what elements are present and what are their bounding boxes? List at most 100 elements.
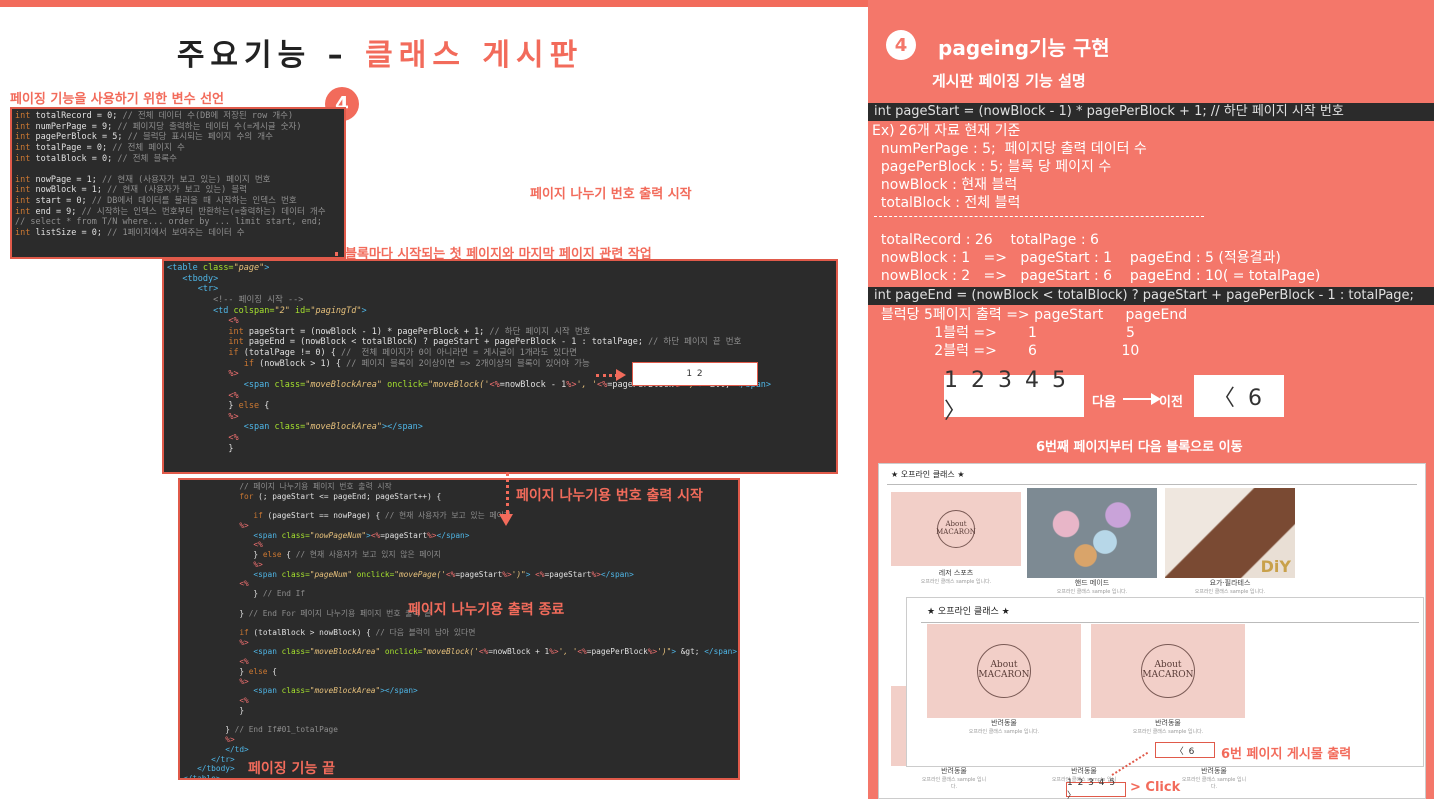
top-accent-bar — [0, 0, 868, 7]
code-line: %> — [239, 676, 249, 686]
shot-title: ★ 오프라인 클래스 ★ — [891, 470, 965, 479]
next-arrow-line — [1123, 398, 1153, 400]
code-line: int nowBlock = 1; // 현재 (사용자가 보고 있는) 블럭 — [15, 185, 248, 196]
variables-code-block: int totalRecord = 0; // 전체 데이터 수(DB에 저장된… — [10, 107, 346, 259]
class-thumb-1[interactable]: About MACARON — [891, 492, 1021, 566]
class-caption-3: 요가·필라테스 오프라인 클래스 sample 입니다. — [1194, 579, 1266, 595]
code-line: <span class="nowPageNum"><%=pageStart%><… — [253, 530, 470, 540]
dotted-down-connector — [506, 472, 509, 514]
annot-paging-start: 페이지 나누기 번호 출력 시작 — [530, 187, 692, 202]
code-line: <% — [239, 657, 249, 667]
code-line: int pagePerBlock = 5; // 블럭당 표시되는 페이지 수의… — [15, 132, 273, 143]
bottom-caption-3: 반려동물 오프라인 클래스 sample 입니다. — [1181, 767, 1247, 790]
code-line: <% — [228, 316, 239, 327]
right-step-badge: 4 — [886, 30, 916, 60]
class-photo-3[interactable]: DiY — [1165, 488, 1295, 578]
code-line: <span class="moveBlockArea"></span> — [253, 686, 418, 696]
macaron-logo: About MACARON — [936, 510, 976, 548]
page-title: 주요기능 – 클래스 게시판 — [0, 30, 760, 74]
prev-label: 이전 — [1159, 395, 1183, 410]
calc-block: totalRecord : 26 totalPage : 6 nowBlock … — [880, 232, 1321, 284]
code-line: int numPerPage = 9; // 페이지당 출력하는 데이터 수(=… — [15, 121, 302, 132]
right-panel: 4 pageing기능 구현 게시판 페이징 기능 설명 int pageSta… — [868, 0, 1434, 799]
popup-thumb-2[interactable]: About MACARON — [1091, 624, 1245, 718]
arrow-down-icon — [499, 514, 513, 526]
class-photo-2[interactable] — [1027, 488, 1157, 578]
code-line: if (pageStart == nowPage) { // 현재 사용자가 보… — [253, 511, 511, 521]
code-line: // select * from T/N where... order by .… — [15, 217, 323, 228]
code-line: int pageEnd = (nowBlock < totalBlock) ? … — [228, 337, 742, 348]
example-block: Ex) 26개 자료 현재 기준 numPerPage : 5; 페이지당 출력… — [872, 123, 1147, 211]
page6-popup-screenshot: ★ 오프라인 클래스 ★ About MACARON 반려동물 오프라인 클래스 s… — [906, 597, 1424, 767]
code-line: <% — [228, 390, 239, 401]
code-line: } — [183, 705, 245, 715]
code-line: <span class="moveBlockArea" onclick="mov… — [253, 647, 738, 657]
title-main: 주요기능 – — [176, 38, 366, 73]
code-line: %> — [225, 735, 235, 745]
popup-caption-2: 반려동물 오프라인 클래스 sample 입니다. — [1132, 719, 1204, 735]
pager-block-2[interactable]: 〈 6 — [1194, 375, 1284, 417]
code-line: %> — [228, 411, 239, 422]
code-line: %> — [253, 559, 263, 569]
code-line: int start = 0; // DB에서 데이터를 불러올 때 시작하는 인… — [15, 196, 297, 206]
code-line: <table class="page"> — [167, 263, 270, 273]
code-line: <!-- 페이징 시작 --> — [213, 294, 304, 305]
next-label: 다음 — [1092, 395, 1116, 410]
code-line: %> — [239, 520, 249, 530]
code-line: } — [167, 443, 234, 454]
code-line: <% — [228, 433, 239, 443]
annot-number-output: 페이지 나누기용 번호 출력 시작 — [516, 488, 703, 504]
popup-divider — [921, 622, 1419, 623]
title-accent: 클래스 게시판 — [365, 38, 584, 73]
annot-output-end: 페이지 나누기용 출력 종료 — [408, 602, 565, 618]
code-line: int end = 9; // 시작하는 인덱스 번호부터 반환하는(=출력하는… — [15, 206, 326, 217]
code-line: <span class="pageNum" onclick="movePage(… — [253, 569, 634, 579]
code-line: <tbody> — [182, 273, 219, 284]
code-line: </td> — [225, 744, 249, 754]
code-line: int nowPage = 1; // 현재 (사용자가 보고 있는) 페이지 … — [15, 174, 271, 185]
annot-paging-end: 페이징 기능 끝 — [248, 761, 336, 777]
code-line: int pageStart = (nowBlock - 1) * pagePer… — [228, 326, 591, 337]
code-line: } else { — [183, 666, 277, 676]
right-title: pageing기능 구현 — [938, 36, 1110, 60]
code-line: <td colspan="2" id="pagingTd"> — [213, 305, 367, 316]
code-line: } // End If — [183, 589, 306, 599]
per-block-text: 블럭당 5페이지 출력 => pageStart pageEnd 1블럭 => … — [880, 307, 1188, 359]
sixth-page-label: 6번 페이지 게시물 출력 — [1221, 747, 1352, 762]
popup-thumb-1[interactable]: About MACARON — [927, 624, 1081, 718]
preview-pager-small: 1 2 — [632, 362, 758, 386]
code-line: if (totalBlock > nowBlock) { // 다음 블럭이 남… — [239, 628, 476, 638]
dashed-separator — [874, 216, 1204, 217]
code-line: } else { // 현재 사용자가 보고 있지 않은 페이지 — [183, 550, 441, 560]
code-line: } else { — [167, 401, 270, 412]
pagestart-code-bar: int pageStart = (nowBlock - 1) * pagePer… — [868, 103, 1434, 121]
page-number-code: // 페이지 나누기용 페이지 번호 출력 시작 for (; pageStar… — [178, 478, 740, 780]
code-line: int listSize = 0; // 1페이지에서 보여주는 데이터 수 — [15, 227, 245, 238]
shot-divider — [887, 484, 1417, 485]
class-caption-2: 핸드 메이드 오프라인 클래스 sample 입니다. — [1056, 579, 1128, 595]
popup-caption-1: 반려동물 오프라인 클래스 sample 입니다. — [968, 719, 1040, 735]
bottom-caption-1: 반려동물 오프라인 클래스 sample 입니다. — [921, 767, 987, 790]
popup-pager[interactable]: 〈 6 — [1155, 742, 1215, 758]
code-line: if (totalPage != 0) { // 전체 페이지가 0이 아니라면… — [228, 348, 577, 358]
bottom-pager[interactable]: 1 2 3 4 5 〉 — [1066, 778, 1126, 799]
code-line: int totalRecord = 0; // 전체 데이터 수(DB에 저장된… — [15, 111, 294, 121]
code-line: int totalPage = 0; // 전체 페이지 수 — [15, 142, 185, 153]
class-caption-1: 레저 스포츠 오프라인 클래스 sample 입니다. — [920, 569, 992, 585]
code-line: <% — [239, 696, 249, 706]
right-subtitle: 게시판 페이징 기능 설명 — [932, 72, 1086, 90]
code-line: <span class="moveBlockArea"></span> — [243, 422, 423, 433]
variables-heading: 페이징 기능을 사용하기 위한 변수 선언 — [10, 92, 224, 107]
diy-label: DiY — [1260, 557, 1291, 576]
popup-macaron-logo-2: About MACARON — [1141, 644, 1195, 698]
pageend-code-bar: int pageEnd = (nowBlock < totalBlock) ? … — [868, 287, 1434, 305]
code-line: <% — [239, 579, 249, 589]
code-line: } // End If#01_totalPage — [183, 725, 338, 735]
pager-block-1[interactable]: 1 2 3 4 5 〉 — [944, 368, 1084, 424]
click-label: > Click — [1130, 780, 1181, 795]
code-line: <% — [253, 540, 263, 550]
code-line: int totalBlock = 0; // 전체 블록수 — [15, 153, 177, 164]
